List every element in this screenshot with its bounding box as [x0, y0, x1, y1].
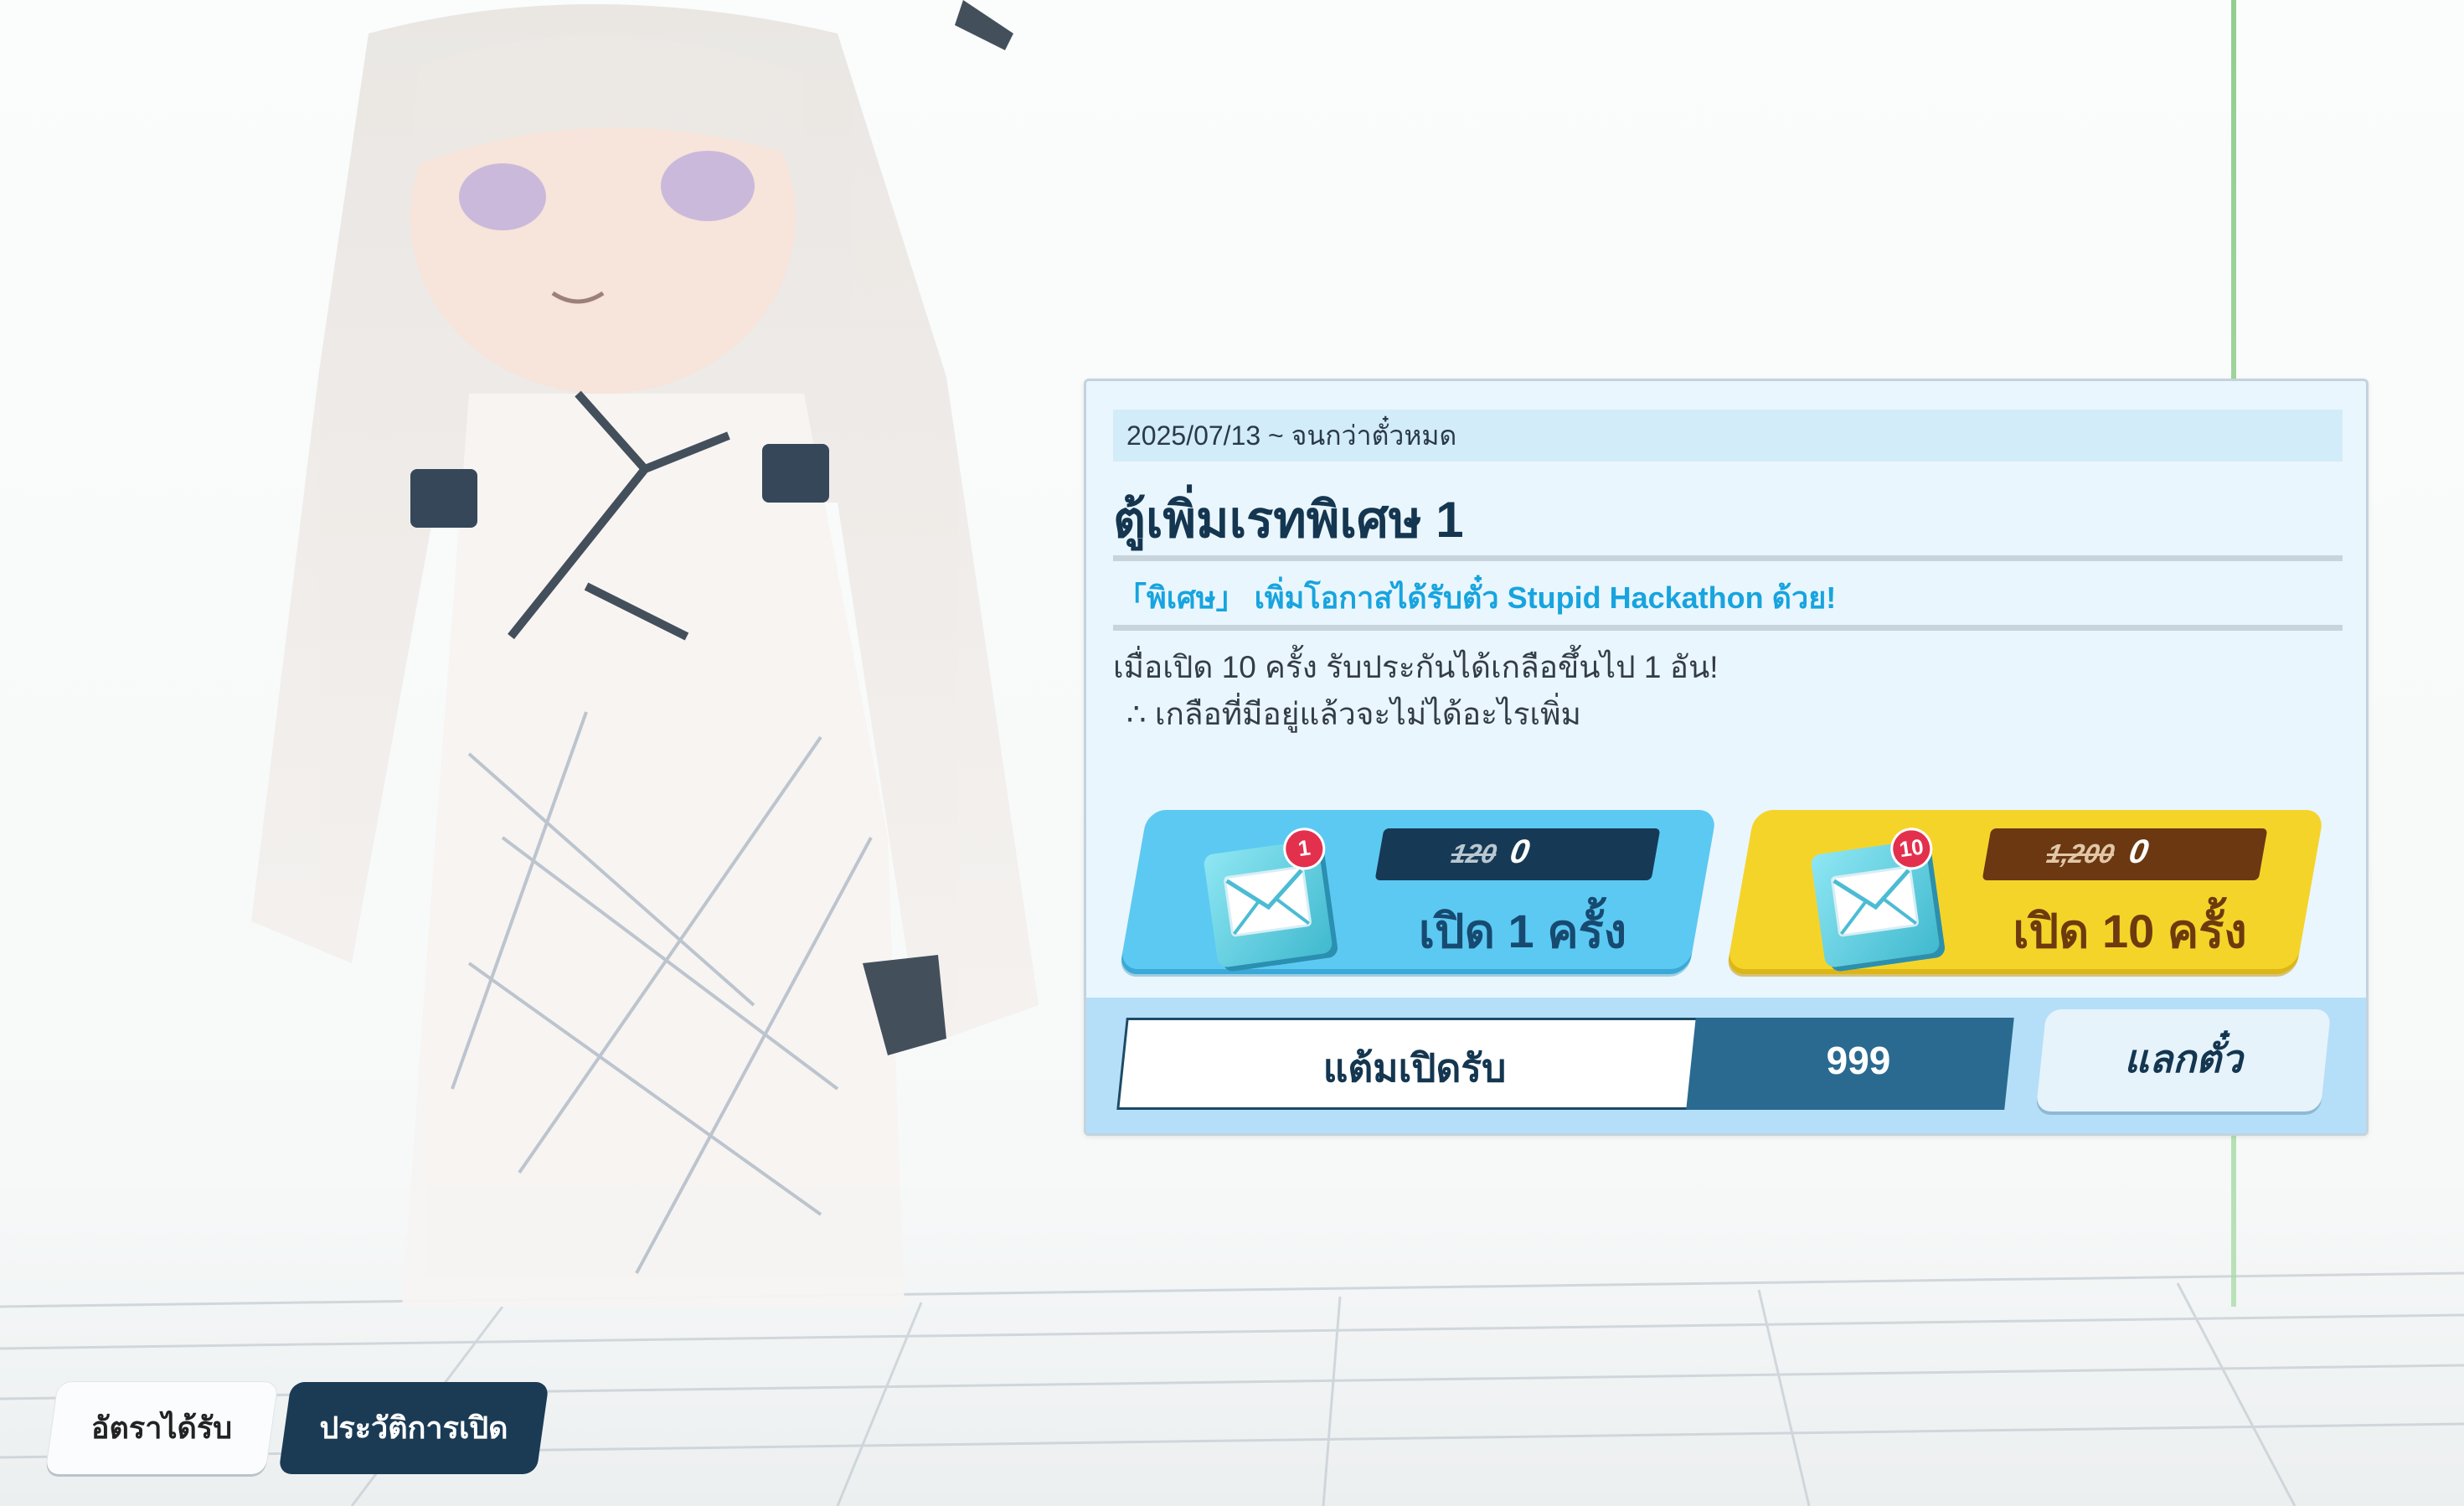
banner-description: เมื่อเปิด 10 ครั้ง รับประกันได้เกลือขึ้น… [1113, 650, 1719, 684]
date-range: 2025/07/13 ~ จนกว่าตั๋วหมด [1113, 410, 2343, 462]
pull-ten-button[interactable]: 10 1,200 0 เปิด 10 ครั้ง [1725, 810, 2325, 974]
divider [1113, 555, 2343, 561]
rates-button[interactable]: อัตราได้รับ [45, 1382, 278, 1474]
points-value: 999 [1826, 1039, 1891, 1082]
banner-title: ตู้เพิ่มเรทพิเศษ 1 [1113, 492, 1464, 548]
pull-once-label: เปิด 1 ครั้ง [1418, 905, 1627, 957]
divider [1113, 625, 2343, 631]
gacha-banner-panel: 2025/07/13 ~ จนกว่าตั๋วหมด ตู้เพิ่มเรทพิ… [1084, 379, 2369, 1136]
banner-note: ∴ เกลือที่มีอยู่แล้วจะไม่ได้อะไรเพิ่ม [1126, 697, 1581, 731]
character-figure [251, 0, 1039, 1307]
mail-ticket-icon: 1 [1203, 825, 1333, 968]
exchange-ticket-button[interactable]: แลกตั๋ว [2035, 1009, 2332, 1111]
history-button[interactable]: ประวัติการเปิด [278, 1382, 549, 1474]
history-label: ประวัติการเปิด [319, 1411, 508, 1445]
current-price: 0 [1507, 833, 1533, 870]
points-display: แต้มเปิดรับ 999 [1116, 1018, 2018, 1110]
pull-ten-label: เปิด 10 ครั้ง [2013, 905, 2247, 957]
points-footer: แต้มเปิดรับ 999 แลกตั๋ว [1086, 998, 2366, 1133]
points-label: แต้มเปิดรับ [1322, 1046, 1507, 1090]
original-price: 1,200 [2044, 838, 2117, 869]
rates-label: อัตราได้รับ [90, 1411, 233, 1445]
price-tag: 120 0 [1374, 828, 1661, 880]
current-price: 0 [2126, 833, 2152, 870]
exchange-ticket-label: แลกตั๋ว [2124, 1037, 2243, 1081]
banner-subtitle: 「พิเศษ」 เพิ่มโอกาสได้รับตั๋ว Stupid Hack… [1116, 580, 1837, 615]
pull-once-button[interactable]: 1 120 0 เปิด 1 ครั้ง [1118, 810, 1718, 974]
original-price: 120 [1449, 838, 1499, 869]
price-tag: 1,200 0 [1982, 828, 2268, 880]
mail-ticket-icon: 10 [1810, 825, 1941, 968]
